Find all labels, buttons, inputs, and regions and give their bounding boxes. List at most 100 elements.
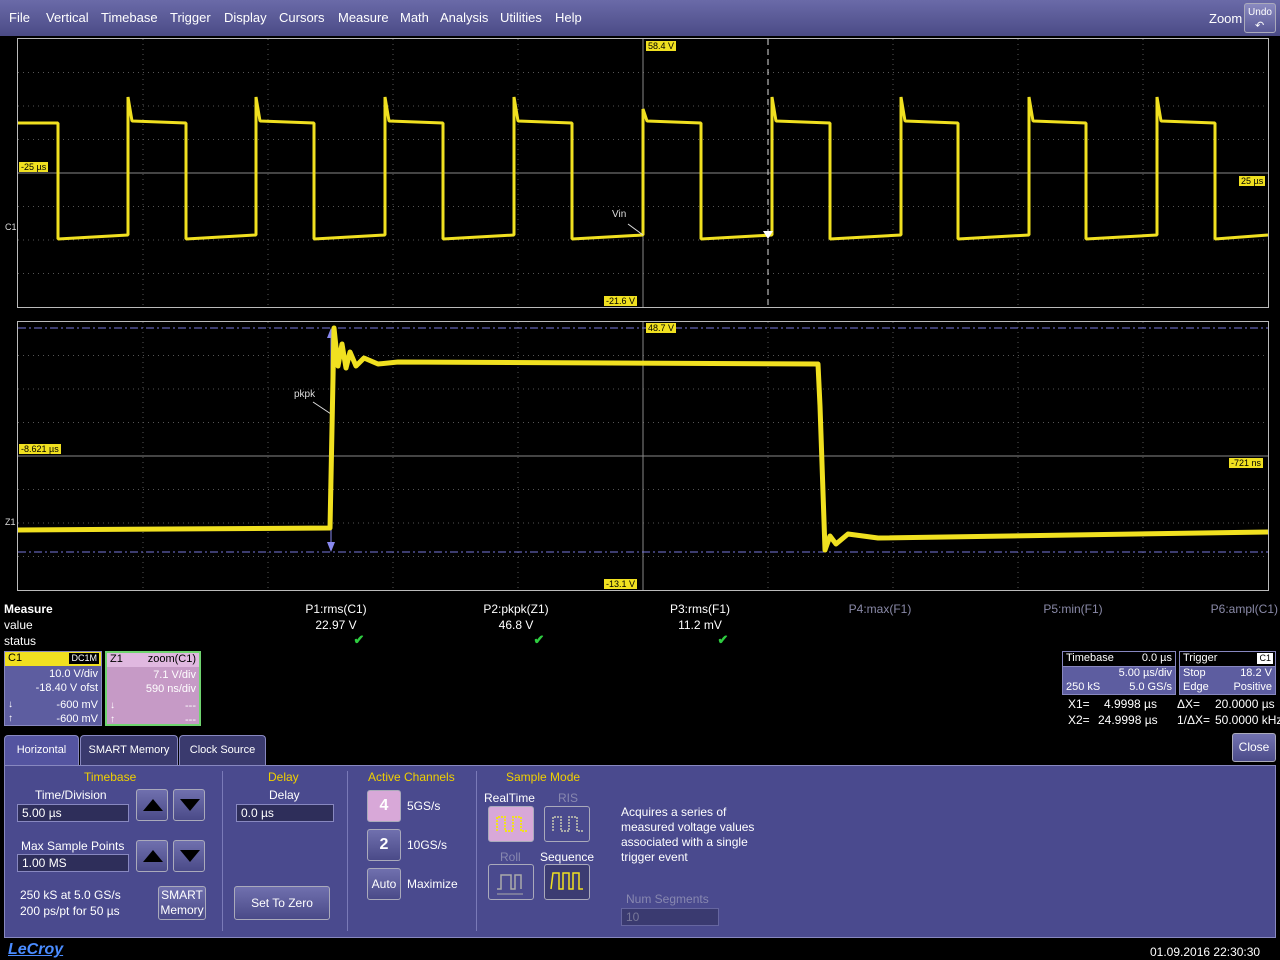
- max-sample-label: Max Sample Points: [21, 839, 125, 853]
- vin-leader-line: [627, 223, 644, 236]
- menu-trigger[interactable]: Trigger: [170, 10, 211, 25]
- param-p1-status: ✔: [353, 632, 365, 647]
- trigger-desc-title: Trigger: [1183, 652, 1218, 664]
- ris-wave-icon: [552, 816, 583, 832]
- c1-offset: -18.40 V ofst: [35, 682, 98, 694]
- sample-mode-title: Sample Mode: [506, 770, 581, 784]
- c1-desc-name: C1: [8, 652, 23, 664]
- menu-timebase[interactable]: Timebase: [101, 10, 158, 25]
- tab-clock-source[interactable]: Clock Source: [179, 735, 266, 765]
- main-waveform-grid[interactable]: 58.4 V -21.6 V -25 µs 25 µs Vin: [17, 38, 1269, 308]
- param-p3-value: 11.2 mV: [678, 618, 722, 632]
- param-p4[interactable]: P4:max(F1): [810, 602, 950, 616]
- timebase-desc-rate: 5.0 GS/s: [1129, 681, 1172, 693]
- grid2-right-time: -721 ns: [1229, 458, 1264, 468]
- menu-analysis[interactable]: Analysis: [440, 10, 488, 25]
- two-channel-button[interactable]: 2: [367, 829, 401, 861]
- realtime-mode-button[interactable]: [488, 806, 534, 842]
- param-p1[interactable]: P1:rms(C1) 22.97 V ✔: [266, 602, 406, 648]
- ris-mode-button[interactable]: [544, 806, 590, 842]
- cursor-dx-label: ΔX=: [1177, 697, 1201, 711]
- time-div-field[interactable]: 5.00 µs: [17, 804, 129, 822]
- tab-smart-memory[interactable]: SMART Memory: [80, 735, 178, 765]
- num-segments-label: Num Segments: [626, 892, 709, 906]
- param-p2[interactable]: P2:pkpk(Z1) 46.8 V ✔: [446, 602, 586, 648]
- menu-cursors[interactable]: Cursors: [279, 10, 325, 25]
- max-sample-up-button[interactable]: [136, 840, 168, 872]
- ris-label: RIS: [558, 791, 579, 805]
- grid1-bottom-level: -21.6 V: [604, 296, 638, 306]
- trigger-desc-mode: Stop: [1183, 667, 1206, 679]
- trigger-descriptor[interactable]: Trigger C1 Stop 18.2 V Edge Positive: [1179, 651, 1276, 695]
- roll-mode-button[interactable]: [488, 864, 534, 900]
- c1-coupling-badge: DC1M: [69, 653, 99, 664]
- set-to-zero-button[interactable]: Set To Zero: [234, 886, 330, 920]
- c1-trace: [18, 96, 1268, 241]
- menu-utilities[interactable]: Utilities: [500, 10, 542, 25]
- menu-display[interactable]: Display: [224, 10, 267, 25]
- down-arrow-icon: [180, 799, 200, 811]
- param-p3[interactable]: P3:rms(F1) 11.2 mV ✔: [630, 602, 770, 648]
- menu-vertical[interactable]: Vertical: [46, 10, 89, 25]
- pkpk-annotation: pkpk: [294, 389, 316, 400]
- param-p6[interactable]: P6:ampl(C1): [1170, 602, 1278, 616]
- trigger-desc-type: Edge: [1183, 681, 1209, 693]
- cursor-inv-label: 1/ΔX=: [1177, 713, 1211, 727]
- smart-memory-button[interactable]: SMART Memory: [158, 886, 206, 920]
- time-div-up-button[interactable]: [136, 789, 168, 821]
- grid1-top-level: 58.4 V: [646, 41, 677, 51]
- close-button[interactable]: Close: [1232, 733, 1276, 762]
- menu-measure[interactable]: Measure: [338, 10, 389, 25]
- z1-tdiv: 590 ns/div: [145, 683, 196, 695]
- measure-table: Measure value status P1:rms(C1) 22.97 V …: [0, 600, 1280, 650]
- c1-down-arrow-icon: ↓: [8, 699, 13, 710]
- delay-field[interactable]: 0.0 µs: [236, 804, 334, 822]
- tab-horizontal[interactable]: Horizontal: [4, 735, 79, 766]
- footer-datetime: 01.09.2016 22:30:30: [1150, 945, 1261, 959]
- timebase-section-title: Timebase: [84, 770, 137, 784]
- roll-label: Roll: [500, 850, 521, 864]
- param-p2-name: P2:pkpk(Z1): [483, 602, 549, 616]
- param-p3-name: P3:rms(F1): [670, 602, 730, 616]
- max-sample-down-button[interactable]: [173, 840, 205, 872]
- lecroy-logo[interactable]: LeCroy: [8, 941, 63, 959]
- zoom-label[interactable]: Zoom: [1209, 11, 1242, 26]
- undo-icon: ↶: [1255, 20, 1265, 32]
- menu-bar: File Vertical Timebase Trigger Display C…: [0, 0, 1280, 36]
- grid1-left-time: -25 µs: [19, 162, 49, 172]
- timebase-desc-samples: 250 kS: [1066, 681, 1101, 693]
- auto-channel-button[interactable]: Auto: [367, 868, 401, 900]
- z1-line2: ---: [185, 714, 196, 726]
- z1-up-arrow-icon: ↑: [110, 714, 115, 725]
- menu-help[interactable]: Help: [555, 10, 582, 25]
- menu-math[interactable]: Math: [400, 10, 429, 25]
- divider: [222, 771, 223, 931]
- z1-desc-name: Z1: [110, 653, 123, 665]
- four-channel-button[interactable]: 4: [367, 790, 401, 822]
- cursor-x1-value: 4.9998 µs: [1104, 697, 1157, 711]
- c1-trace-marker: C1: [5, 222, 17, 232]
- undo-button[interactable]: Undo ↶: [1244, 3, 1276, 33]
- active-channels-title: Active Channels: [368, 770, 455, 784]
- z1-descriptor[interactable]: Z1 zoom(C1) 7.1 V/div 590 ns/div ↓ --- ↑…: [105, 651, 201, 726]
- zoom-waveform-grid[interactable]: 48.7 V -13.1 V -8.621 µs -721 ns pkpk: [17, 321, 1269, 591]
- max-sample-field[interactable]: 1.00 MS: [17, 854, 129, 872]
- c1-descriptor[interactable]: C1 DC1M 10.0 V/div -18.40 V ofst ↓ -600 …: [4, 651, 102, 726]
- measure-title: Measure: [4, 602, 53, 616]
- sequence-mode-button[interactable]: [544, 864, 590, 900]
- param-p5[interactable]: P5:min(F1): [1003, 602, 1143, 616]
- cursor-x2-value: 24.9998 µs: [1098, 713, 1158, 727]
- delay-section-title: Delay: [268, 770, 299, 784]
- z1-line1: ---: [185, 700, 196, 712]
- timebase-descriptor[interactable]: Timebase 0.0 µs 5.00 µs/div 250 kS 5.0 G…: [1062, 651, 1176, 695]
- c1-vdiv: 10.0 V/div: [49, 668, 98, 680]
- roll-wave-icon: [497, 874, 523, 895]
- sample-info-1: 250 kS at 5.0 GS/s: [20, 888, 121, 902]
- c1-waveform-canvas: [18, 39, 1268, 307]
- num-segments-field[interactable]: 10: [621, 908, 719, 926]
- menu-file[interactable]: File: [9, 10, 30, 25]
- time-div-down-button[interactable]: [173, 789, 205, 821]
- cursor-x1-label: X1=: [1068, 697, 1090, 711]
- maximize-label: Maximize: [407, 877, 458, 891]
- undo-label: Undo: [1248, 7, 1272, 18]
